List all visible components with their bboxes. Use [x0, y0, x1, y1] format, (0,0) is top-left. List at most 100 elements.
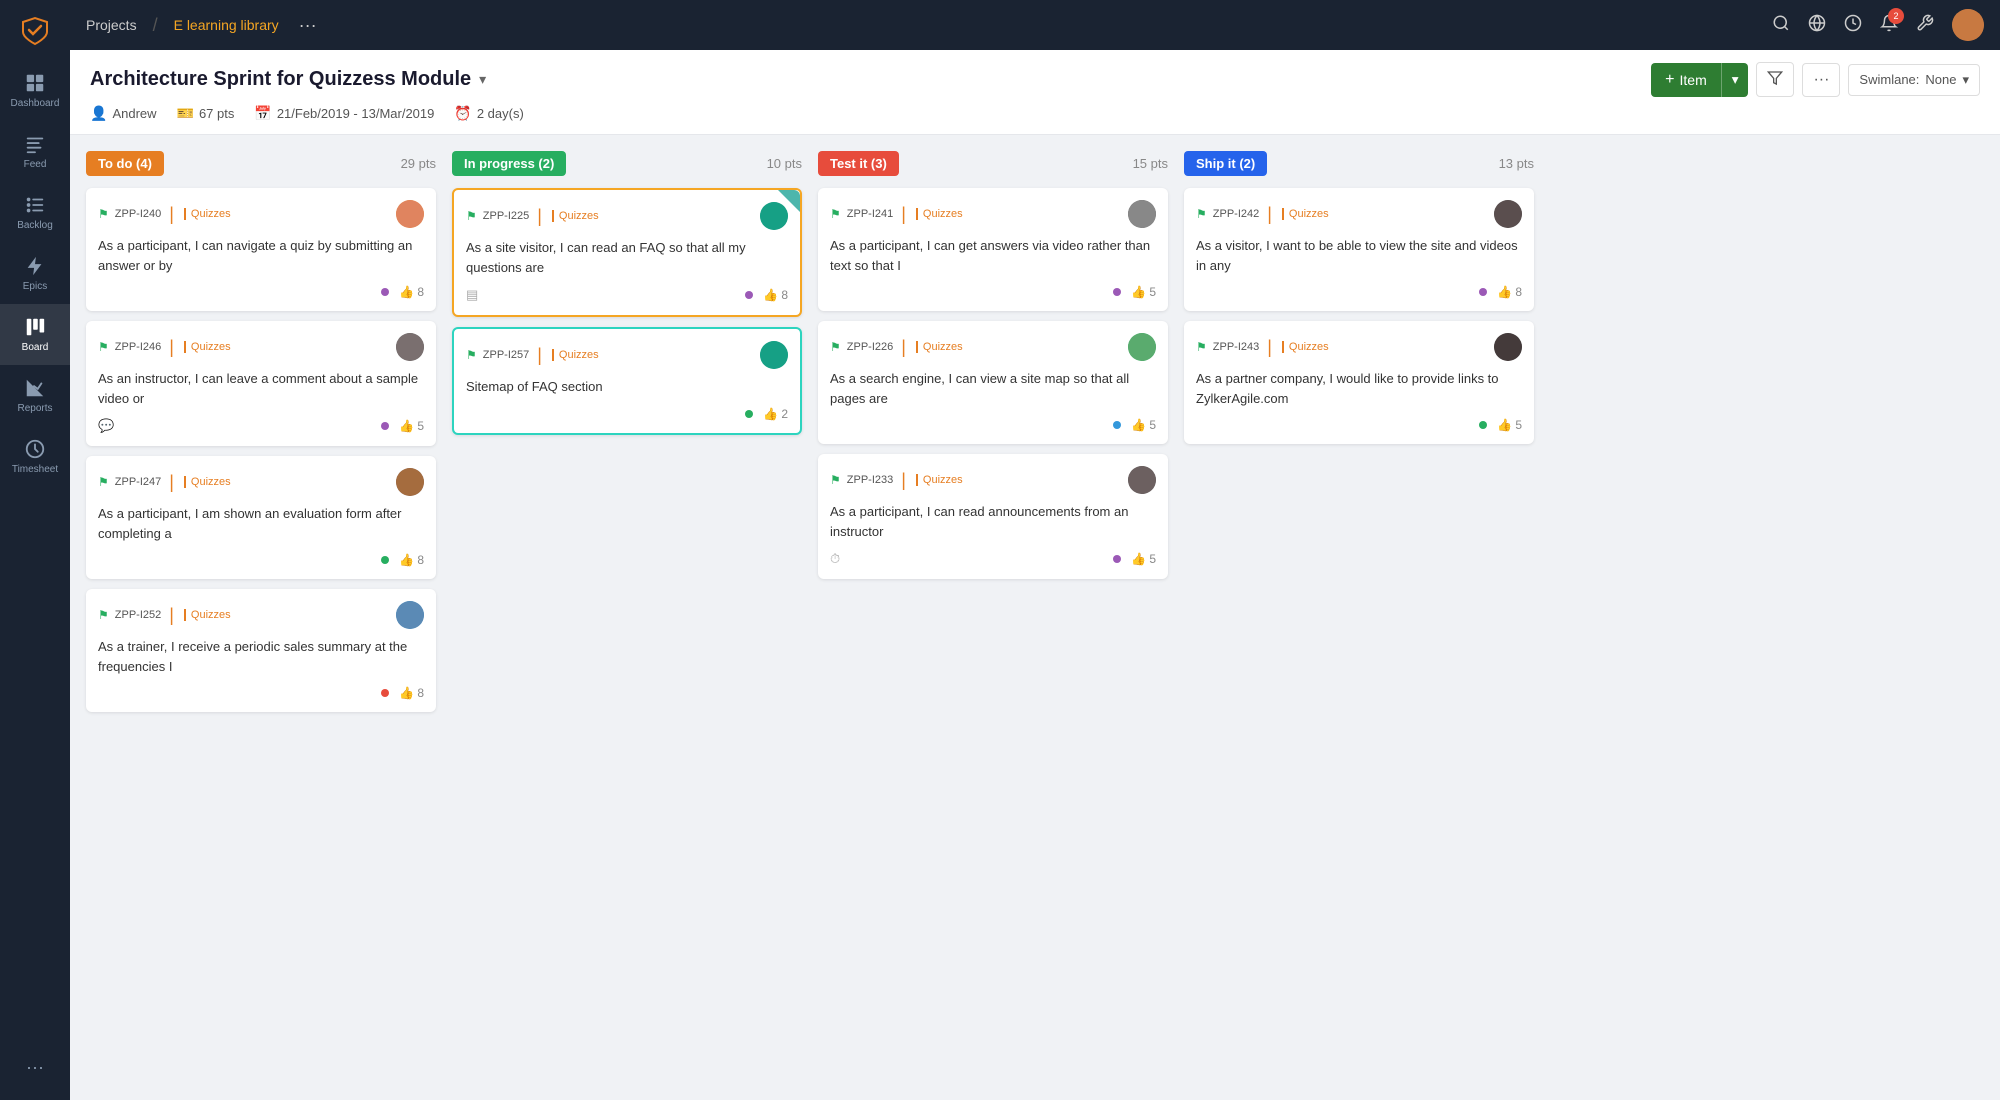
priority-dot	[1113, 555, 1121, 563]
board-header: Architecture Sprint for Quizzess Module …	[70, 50, 2000, 135]
card-id: ZPP-I242	[1213, 208, 1259, 220]
card-zpp-i226[interactable]: ⚑ ZPP-I226 | Quizzes As a search engine,…	[818, 321, 1168, 444]
card-tag: Quizzes	[184, 476, 231, 488]
sidebar: Dashboard Feed Backlog Epics Board Repor…	[0, 0, 70, 1100]
add-item-dropdown-button[interactable]: ▾	[1721, 63, 1749, 97]
main-content: Projects / E learning library ··· 2	[70, 0, 2000, 1100]
card-avatar	[1128, 200, 1156, 228]
card-footer: 👍 5	[830, 285, 1156, 299]
card-tag: Quizzes	[1282, 208, 1329, 220]
testit-cards: ⚑ ZPP-I241 | Quizzes As a participant, I…	[818, 188, 1168, 579]
priority-dot	[745, 410, 753, 418]
sidebar-item-board[interactable]: Board	[0, 304, 70, 365]
card-avatar	[1494, 333, 1522, 361]
card-zpp-i225[interactable]: ⚑ ZPP-I225 | Quizzes As a site visitor, …	[452, 188, 802, 317]
card-id: ZPP-I241	[847, 208, 893, 220]
card-header: ⚑ ZPP-I226 | Quizzes	[830, 333, 1156, 361]
shipit-cards: ⚑ ZPP-I242 | Quizzes As a visitor, I wan…	[1184, 188, 1534, 444]
meta-dates: 📅 21/Feb/2019 - 13/Mar/2019	[254, 105, 434, 122]
priority-dot	[1479, 421, 1487, 429]
card-zpp-i243[interactable]: ⚑ ZPP-I243 | Quizzes As a partner compan…	[1184, 321, 1534, 444]
card-tag: Quizzes	[184, 609, 231, 621]
user-avatar[interactable]	[1952, 9, 1984, 41]
priority-dot	[381, 422, 389, 430]
nav-current-project[interactable]: E learning library	[174, 17, 279, 33]
board-actions: + Item ▾ ··· Swimlane: None ▾	[1651, 62, 1980, 97]
card-zpp-i233[interactable]: ⚑ ZPP-I233 | Quizzes As a participant, I…	[818, 454, 1168, 579]
meta-assignee: 👤 Andrew	[90, 105, 157, 122]
card-comments: 👍 8	[399, 686, 424, 700]
card-zpp-i247[interactable]: ⚑ ZPP-I247 | Quizzes As a participant, I…	[86, 456, 436, 579]
points-icon: 🎫	[177, 105, 194, 122]
card-header: ⚑ ZPP-I246 | Quizzes	[98, 333, 424, 361]
column-todo: To do (4) 29 pts ⚑ ZPP-I240 | Quizzes	[86, 151, 436, 1084]
column-label-todo: To do (4)	[86, 151, 164, 176]
sidebar-item-epics[interactable]: Epics	[0, 243, 70, 304]
board-title: Architecture Sprint for Quizzess Module	[90, 68, 471, 91]
card-footer: 👍 8	[1196, 285, 1522, 299]
priority-dot	[381, 288, 389, 296]
card-tag: Quizzes	[184, 208, 231, 220]
filter-button[interactable]	[1756, 62, 1794, 97]
settings-icon[interactable]	[1916, 14, 1934, 37]
sidebar-item-backlog[interactable]: Backlog	[0, 182, 70, 243]
board-more-button[interactable]: ···	[1802, 63, 1840, 97]
card-header: ⚑ ZPP-I242 | Quizzes	[1196, 200, 1522, 228]
card-id: ZPP-I257	[483, 349, 529, 361]
card-tag: Quizzes	[1282, 341, 1329, 353]
sidebar-item-reports[interactable]: Reports	[0, 365, 70, 426]
add-item-button[interactable]: + Item	[1651, 63, 1721, 97]
card-header: ⚑ ZPP-I257 | Quizzes	[466, 341, 788, 369]
card-id: ZPP-I252	[115, 609, 161, 621]
column-testit: Test it (3) 15 pts ⚑ ZPP-I241 | Quizzes	[818, 151, 1168, 1084]
globe-icon[interactable]	[1808, 14, 1826, 37]
card-tag: Quizzes	[916, 208, 963, 220]
swimlane-select[interactable]: Swimlane: None ▾	[1848, 64, 1980, 96]
notifications-icon[interactable]: 2	[1880, 14, 1898, 37]
clock-small-icon: ⏱	[830, 551, 840, 567]
card-zpp-i241[interactable]: ⚑ ZPP-I241 | Quizzes As a participant, I…	[818, 188, 1168, 311]
column-pts-todo: 29 pts	[401, 156, 436, 171]
calendar-icon: 📅	[254, 105, 271, 122]
column-pts-testit: 15 pts	[1133, 156, 1168, 171]
card-zpp-i246[interactable]: ⚑ ZPP-I246 | Quizzes As an instructor, I…	[86, 321, 436, 446]
card-body: As a visitor, I want to be able to view …	[1196, 236, 1522, 275]
clock-icon: ⏰	[454, 105, 471, 122]
card-body: As an instructor, I can leave a comment …	[98, 369, 424, 408]
priority-dot	[381, 556, 389, 564]
card-header: ⚑ ZPP-I225 | Quizzes	[466, 202, 788, 230]
sidebar-more[interactable]: ···	[26, 1045, 44, 1090]
card-header: ⚑ ZPP-I252 | Quizzes	[98, 601, 424, 629]
card-zpp-i242[interactable]: ⚑ ZPP-I242 | Quizzes As a visitor, I wan…	[1184, 188, 1534, 311]
user-icon: 👤	[90, 105, 107, 122]
board-meta: 👤 Andrew 🎫 67 pts 📅 21/Feb/2019 - 13/Mar…	[90, 105, 1980, 122]
card-zpp-i252[interactable]: ⚑ ZPP-I252 | Quizzes As a trainer, I rec…	[86, 589, 436, 712]
card-id: ZPP-I240	[115, 208, 161, 220]
nav-projects[interactable]: Projects	[86, 17, 137, 33]
search-icon[interactable]	[1772, 14, 1790, 37]
priority-dot	[1113, 421, 1121, 429]
card-footer: 👍 8	[98, 285, 424, 299]
sidebar-item-feed[interactable]: Feed	[0, 121, 70, 182]
column-shipit: Ship it (2) 13 pts ⚑ ZPP-I242 | Quizzes	[1184, 151, 1534, 1084]
card-tag: Quizzes	[552, 349, 599, 361]
card-id: ZPP-I246	[115, 341, 161, 353]
board-title-dropdown[interactable]: ▾	[479, 71, 486, 88]
card-body: As a participant, I can read announcemen…	[830, 502, 1156, 541]
card-comments: 👍 5	[1131, 418, 1156, 432]
sidebar-item-timesheet[interactable]: Timesheet	[0, 426, 70, 487]
card-footer: 💬 👍 5	[98, 418, 424, 434]
card-zpp-i240[interactable]: ⚑ ZPP-I240 | Quizzes As a participant, I…	[86, 188, 436, 311]
column-label-inprogress: In progress (2)	[452, 151, 566, 176]
card-body: As a partner company, I would like to pr…	[1196, 369, 1522, 408]
app-logo[interactable]	[15, 10, 55, 50]
column-header-todo: To do (4) 29 pts	[86, 151, 436, 176]
card-avatar	[396, 200, 424, 228]
nav-more-button[interactable]: ···	[299, 15, 317, 36]
card-zpp-i257[interactable]: ⚑ ZPP-I257 | Quizzes Sitemap of FAQ sect…	[452, 327, 802, 435]
card-body: As a trainer, I receive a periodic sales…	[98, 637, 424, 676]
history-icon[interactable]	[1844, 14, 1862, 37]
card-footer: 👍 8	[98, 686, 424, 700]
column-header-testit: Test it (3) 15 pts	[818, 151, 1168, 176]
sidebar-item-dashboard[interactable]: Dashboard	[0, 60, 70, 121]
